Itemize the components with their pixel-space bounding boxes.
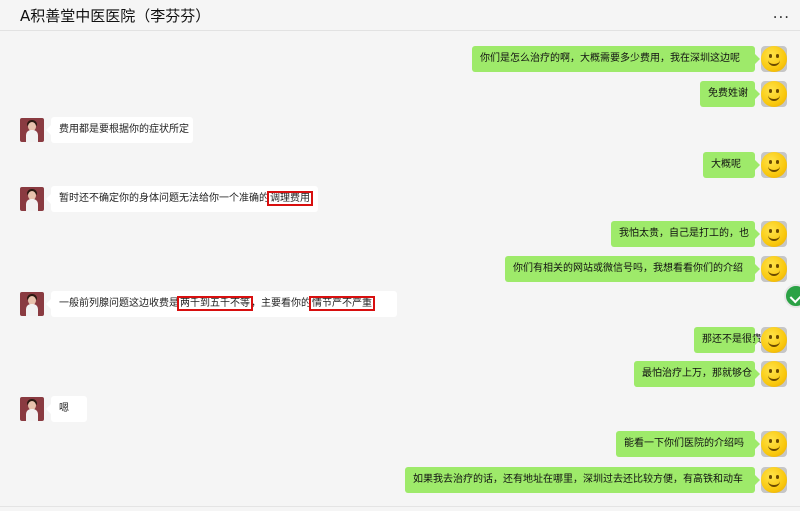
sent-message-bubble[interactable]: 最怕治疗上万，那就够仓 (634, 361, 760, 387)
smiley-avatar-icon[interactable] (761, 152, 787, 178)
message-text: 嗯 (59, 403, 69, 414)
message-row: 如果我去治疗的话，还有地址在哪里，深圳过去还比较方便，有高铁和动车 (0, 467, 800, 495)
divider (0, 506, 800, 507)
doctor-avatar-icon[interactable] (20, 397, 44, 421)
sent-message-bubble[interactable]: 能看一下你们医院的介绍吗 (616, 431, 760, 457)
message-row: 你们是怎么治疗的啊，大概需要多少费用，我在深圳这边呢 (0, 46, 800, 74)
message-row: 免费姓谢 (0, 81, 800, 109)
message-text: 你们是怎么治疗的啊，大概需要多少费用，我在深圳这边呢 (480, 53, 740, 64)
highlighted-text: 情节严不严重 (309, 296, 375, 311)
message-text: 如果我去治疗的话，还有地址在哪里，深圳过去还比较方便，有高铁和动车 (413, 474, 743, 485)
received-message-bubble[interactable]: 一般前列腺问题这边收费是两千到五千不等，主要看你的情节严不严重 (46, 291, 397, 317)
message-row: 最怕治疗上万，那就够仓 (0, 361, 800, 389)
sent-message-bubble[interactable]: 大概呢 (703, 152, 760, 178)
more-dots-icon[interactable]: ... (773, 4, 790, 22)
message-text: ，主要看你的 (251, 298, 311, 309)
sent-message-bubble[interactable]: 你们有相关的网站或微信号吗，我想看看你们的介绍 (505, 256, 760, 282)
doctor-avatar-icon[interactable] (20, 118, 44, 142)
sent-message-bubble[interactable]: 你们是怎么治疗的啊，大概需要多少费用，我在深圳这边呢 (472, 46, 760, 72)
smiley-avatar-icon[interactable] (761, 256, 787, 282)
doctor-avatar-icon[interactable] (20, 187, 44, 211)
smiley-avatar-icon[interactable] (761, 221, 787, 247)
smiley-avatar-icon[interactable] (761, 431, 787, 457)
smiley-avatar-icon[interactable] (761, 81, 787, 107)
smiley-avatar-icon[interactable] (761, 327, 787, 353)
message-text: 大概呢 (711, 159, 741, 170)
sent-message-bubble[interactable]: 如果我去治疗的话，还有地址在哪里，深圳过去还比较方便，有高铁和动车 (405, 467, 760, 493)
message-text: 费用都是要根据你的症状所定 (59, 124, 189, 135)
doctor-avatar-icon[interactable] (20, 292, 44, 316)
highlighted-text: 两千到五千不等 (177, 296, 253, 311)
message-row: 我怕太贵，自己是打工的，也 (0, 221, 800, 249)
sent-message-bubble[interactable]: 我怕太贵，自己是打工的，也 (611, 221, 760, 247)
message-row: 你们有相关的网站或微信号吗，我想看看你们的介绍 (0, 256, 800, 284)
message-row: 费用都是要根据你的症状所定 (0, 117, 800, 145)
message-text: 一般前列腺问题这边收费是 (59, 298, 179, 309)
message-text: 我怕太贵，自己是打工的，也 (619, 228, 749, 239)
smiley-avatar-icon[interactable] (761, 467, 787, 493)
received-message-bubble[interactable]: 暂时还不确定你的身体问题无法给你一个准确的调理费用 (46, 186, 318, 212)
smiley-avatar-icon[interactable] (761, 46, 787, 72)
message-text: 你们有相关的网站或微信号吗，我想看看你们的介绍 (513, 263, 743, 274)
message-text: 暂时还不确定你的身体问题无法给你一个准确的 (59, 193, 269, 204)
message-row: 大概呢 (0, 152, 800, 180)
message-row: 一般前列腺问题这边收费是两千到五千不等，主要看你的情节严不严重 (0, 291, 800, 319)
message-text: 免费姓谢 (708, 88, 748, 99)
sent-message-bubble[interactable]: 那还不是很贵 (694, 327, 762, 353)
message-text: 最怕治疗上万，那就够仓 (642, 368, 752, 379)
sent-message-bubble[interactable]: 免费姓谢 (700, 81, 760, 107)
message-row: 那还不是很贵 (0, 327, 800, 355)
smiley-avatar-icon[interactable] (761, 361, 787, 387)
message-row: 嗯 (0, 396, 800, 424)
received-message-bubble[interactable]: 嗯 (46, 396, 87, 422)
message-text: 那还不是很贵 (702, 334, 762, 345)
received-message-bubble[interactable]: 费用都是要根据你的症状所定 (46, 117, 193, 143)
chat-header: A积善堂中医医院（李芬芬） ... (0, 0, 800, 31)
highlighted-text: 调理费用 (267, 191, 313, 206)
message-row: 能看一下你们医院的介绍吗 (0, 431, 800, 459)
message-text: 能看一下你们医院的介绍吗 (624, 438, 744, 449)
message-row: 暂时还不确定你的身体问题无法给你一个准确的调理费用 (0, 186, 800, 214)
chat-title: A积善堂中医医院（李芬芬） (20, 7, 211, 25)
